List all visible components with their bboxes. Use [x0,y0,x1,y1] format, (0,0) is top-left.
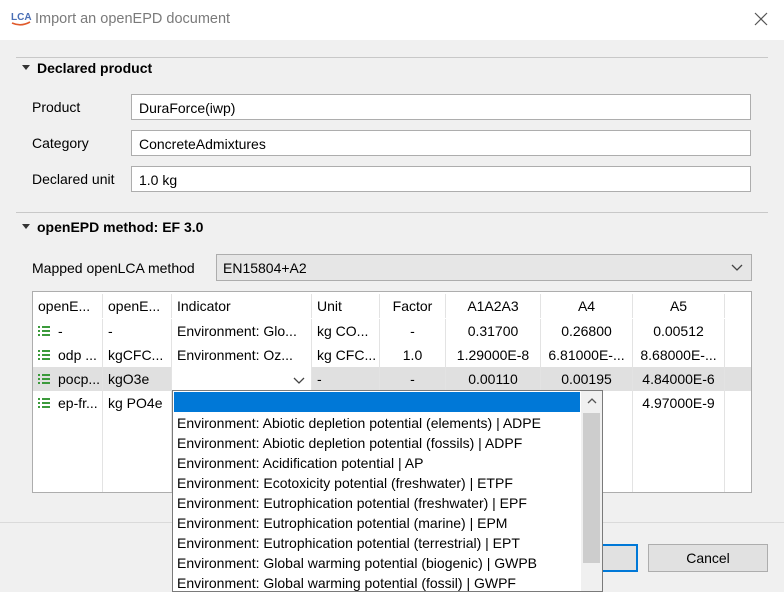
cell-a4: 0.26800 [541,319,633,343]
collapse-caret-icon [22,224,30,229]
cell-factor[interactable]: - [380,367,446,391]
dropdown-selected-item[interactable] [174,392,580,412]
col-header-a5[interactable]: A5 [633,294,725,318]
cell-openepd-1: pocp... [33,367,103,391]
dropdown-option[interactable]: Environment: Global warming potential (f… [177,573,516,591]
cell-openepd-2: kg PO4e [103,391,172,415]
indicator-list-icon [38,398,50,408]
cancel-button[interactable]: Cancel [648,544,768,572]
cell-a5: 8.68000E-... [633,343,725,367]
cell-empty [33,439,103,492]
cell-a4: 6.81000E-... [541,343,633,367]
dropdown-option[interactable]: Environment: Abiotic depletion potential… [177,413,541,433]
declared-product-heading: Declared product [37,60,153,76]
section-divider [16,212,768,213]
window-title: Import an openEPD document [35,11,231,27]
dropdown-option[interactable]: Environment: Eutrophication potential (m… [177,513,507,533]
cell-openepd-1: - [33,319,103,343]
method-toggle[interactable]: openEPD method: EF 3.0 [22,219,203,235]
mapped-method-label: Mapped openLCA method [32,260,195,276]
cell-openepd-1: odp ... [33,343,103,367]
cell-factor[interactable]: - [380,319,446,343]
col-header-a1a2a3[interactable]: A1A2A3 [446,294,541,318]
cell-a4: 0.00195 [541,367,633,391]
col-header-unit[interactable]: Unit [312,294,380,318]
category-field[interactable]: ConcreteAdmixtures [131,130,751,156]
cell-a5: 4.84000E-6 [633,367,725,391]
table-row[interactable]: odp ... kgCFC... Environment: Oz... kg C… [33,343,751,367]
cell-a1a2a3: 1.29000E-8 [446,343,541,367]
cell-openepd-2: kgO3e [103,367,172,391]
product-field[interactable]: DuraForce(iwp) [131,94,751,120]
dropdown-option[interactable]: Environment: Global warming potential (b… [177,553,537,573]
cell-openepd-2: kgCFC... [103,343,172,367]
cell-unit: kg CFC... [312,343,380,367]
dropdown-scrollbar[interactable] [581,391,602,591]
dropdown-option[interactable]: Environment: Acidification potential | A… [177,453,423,473]
mapped-method-select[interactable]: EN15804+A2 [216,254,752,281]
cell-openepd-2: - [103,319,172,343]
import-openepd-dialog: LCA Import an openEPD document Declared … [0,0,784,592]
declared-unit-label: Declared unit [32,171,115,187]
indicator-dropdown-list[interactable]: Environment: Abiotic depletion potential… [172,390,603,592]
dropdown-option[interactable]: Environment: Abiotic depletion potential… [177,433,522,453]
scrollbar-thumb[interactable] [583,413,600,563]
cell-empty [103,415,172,439]
cell-unit: kg CO... [312,319,380,343]
section-divider [16,57,768,58]
declared-product-toggle[interactable]: Declared product [22,60,152,76]
close-icon[interactable] [753,11,769,27]
cell-a5: 0.00512 [633,319,725,343]
cell-factor[interactable]: 1.0 [380,343,446,367]
cell-unit: - [312,367,380,391]
mapped-method-value: EN15804+A2 [223,260,307,276]
chevron-down-icon [731,264,743,271]
chevron-down-icon[interactable] [293,374,305,386]
dropdown-option[interactable]: Environment: Eutrophication potential (t… [177,533,520,553]
scroll-up-icon[interactable] [586,395,598,407]
dropdown-option[interactable]: Environment: Ecotoxicity potential (fres… [177,473,513,493]
cell-empty [33,415,103,439]
category-label: Category [32,135,89,151]
indicator-list-icon [38,350,50,360]
cell-indicator[interactable]: Environment: Glo... [172,319,312,343]
cell-a1a2a3: 0.31700 [446,319,541,343]
declared-unit-field[interactable]: 1.0 kg [131,166,751,192]
cell-empty [633,439,725,492]
cell-a5: 4.97000E-9 [633,391,725,415]
table-row[interactable]: - - Environment: Glo... kg CO... - 0.317… [33,319,751,343]
indicator-list-icon [38,326,50,336]
col-header-openepd-1[interactable]: openE... [33,294,103,318]
col-header-indicator[interactable]: Indicator [172,294,312,318]
col-header-openepd-2[interactable]: openE... [103,294,172,318]
product-label: Product [32,99,81,115]
dropdown-option[interactable]: Environment: Eutrophication potential (f… [177,493,527,513]
collapse-caret-icon [22,65,30,70]
cell-indicator[interactable]: Environment: Oz... [172,343,312,367]
table-header: openE... openE... Indicator Unit Factor … [33,294,751,318]
lca-logo-icon: LCA [11,12,32,26]
col-header-factor[interactable]: Factor [380,294,446,318]
cell-a1a2a3: 0.00110 [446,367,541,391]
svg-text:LCA: LCA [11,12,32,23]
table-row-selected[interactable]: pocp... kgO3e - - 0.00110 0.00195 4.8400… [33,367,751,391]
col-header-a4[interactable]: A4 [541,294,633,318]
title-bar: LCA Import an openEPD document [0,0,784,40]
indicator-combo-editor[interactable] [172,367,312,391]
cell-empty [103,439,172,492]
indicator-list-icon [38,374,50,384]
cell-openepd-1: ep-fr... [33,391,103,415]
method-heading: openEPD method: EF 3.0 [37,219,204,235]
cell-empty [633,415,725,439]
